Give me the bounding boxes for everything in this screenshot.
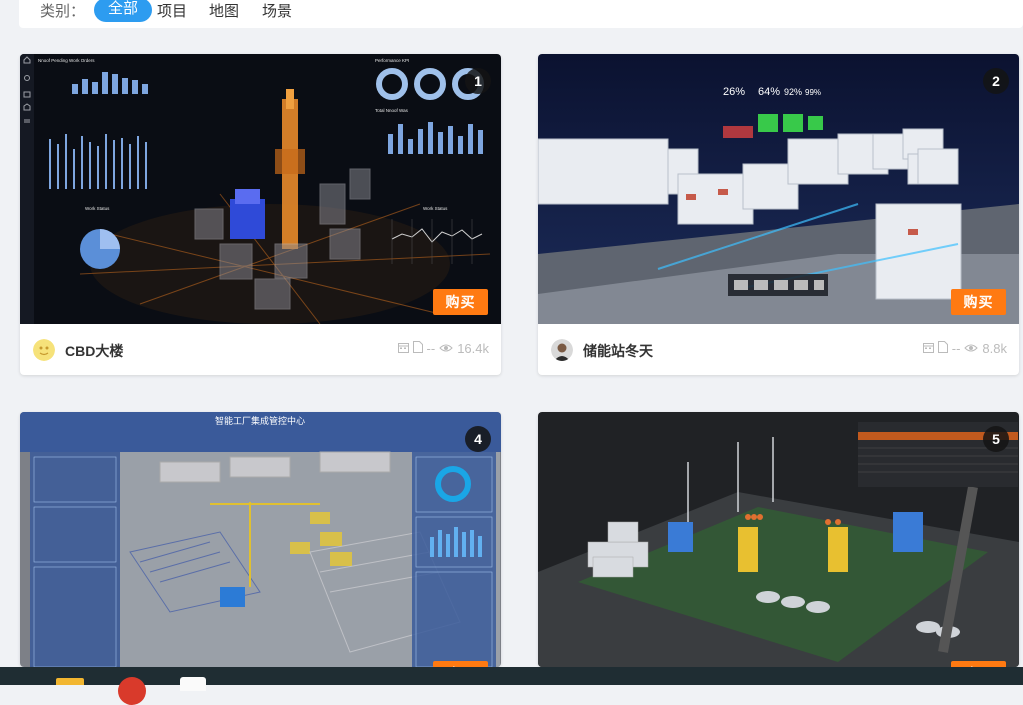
card-title[interactable]: 储能站冬天 xyxy=(583,341,653,361)
file-icon xyxy=(937,341,948,356)
panel-title: Total Nnoof Was xyxy=(375,108,409,113)
file-icon xyxy=(412,341,423,356)
avatar xyxy=(33,339,55,361)
product-card[interactable]: 5 购买 xyxy=(538,412,1019,667)
card-number-badge: 4 xyxy=(465,426,491,452)
product-card[interactable]: 智能工厂集成管控中心 4 购买 xyxy=(20,412,501,667)
view-count: 8.8k xyxy=(982,341,1007,356)
chip-map[interactable]: 地图 xyxy=(209,0,239,21)
card-number-badge: 2 xyxy=(983,68,1009,94)
download-count: -- xyxy=(951,341,961,356)
dashboard-banner-title: 智能工厂集成管控中心 xyxy=(215,415,305,426)
card-thumbnail[interactable]: 智能工厂集成管控中心 4 购买 xyxy=(20,412,501,667)
percent-label: 64% xyxy=(758,86,780,98)
panel-title: Nnoof Pending Work Orders xyxy=(38,58,95,63)
panel-title: Work Status xyxy=(423,206,448,211)
calendar-icon xyxy=(922,341,934,356)
taskbar xyxy=(0,667,1023,705)
chip-all[interactable]: 全部 xyxy=(94,0,153,22)
card-number-badge: 5 xyxy=(983,426,1009,452)
download-count: -- xyxy=(426,341,436,356)
card-meta: -- 8.8k xyxy=(922,341,1007,356)
view-count: 16.4k xyxy=(457,341,489,356)
card-thumbnail[interactable]: 5 购买 xyxy=(538,412,1019,667)
eye-icon xyxy=(964,341,979,356)
eye-icon xyxy=(439,341,453,356)
product-card[interactable]: 26% 64% 92% 99% 2 购买 储能站冬天 -- 8.8k xyxy=(538,54,1019,375)
percent-label: 26% xyxy=(723,86,745,98)
panel-title: Performance KPI xyxy=(375,58,409,63)
product-card[interactable]: Nnoof Pending Work Orders Work Status Pe… xyxy=(20,54,501,375)
card-number-badge: 1 xyxy=(465,68,491,94)
avatar xyxy=(551,339,573,361)
chip-scene[interactable]: 场景 xyxy=(262,0,292,21)
card-footer: 储能站冬天 -- 8.8k xyxy=(538,324,1019,375)
category-filter-bar: 类别： 全部 项目 地图 场景 xyxy=(19,0,1023,28)
chip-project[interactable]: 项目 xyxy=(157,0,187,21)
browser-icon[interactable] xyxy=(118,677,146,705)
panel-title: Work Status xyxy=(85,206,110,211)
buy-button[interactable]: 购买 xyxy=(951,289,1006,315)
folder-icon[interactable] xyxy=(56,678,84,685)
category-label: 类别： xyxy=(40,3,86,20)
calendar-icon xyxy=(397,341,409,356)
card-thumbnail[interactable]: 26% 64% 92% 99% 2 购买 xyxy=(538,54,1019,324)
buy-button[interactable]: 购买 xyxy=(433,289,488,315)
card-meta: -- 16.4k xyxy=(397,341,489,356)
card-thumbnail[interactable]: Nnoof Pending Work Orders Work Status Pe… xyxy=(20,54,501,324)
percent-label: 92% xyxy=(784,87,802,97)
percent-label: 99% xyxy=(805,88,821,97)
card-title[interactable]: CBD大楼 xyxy=(65,341,123,361)
card-footer: CBD大楼 -- 16.4k xyxy=(20,324,501,375)
app-icon[interactable] xyxy=(180,677,206,691)
